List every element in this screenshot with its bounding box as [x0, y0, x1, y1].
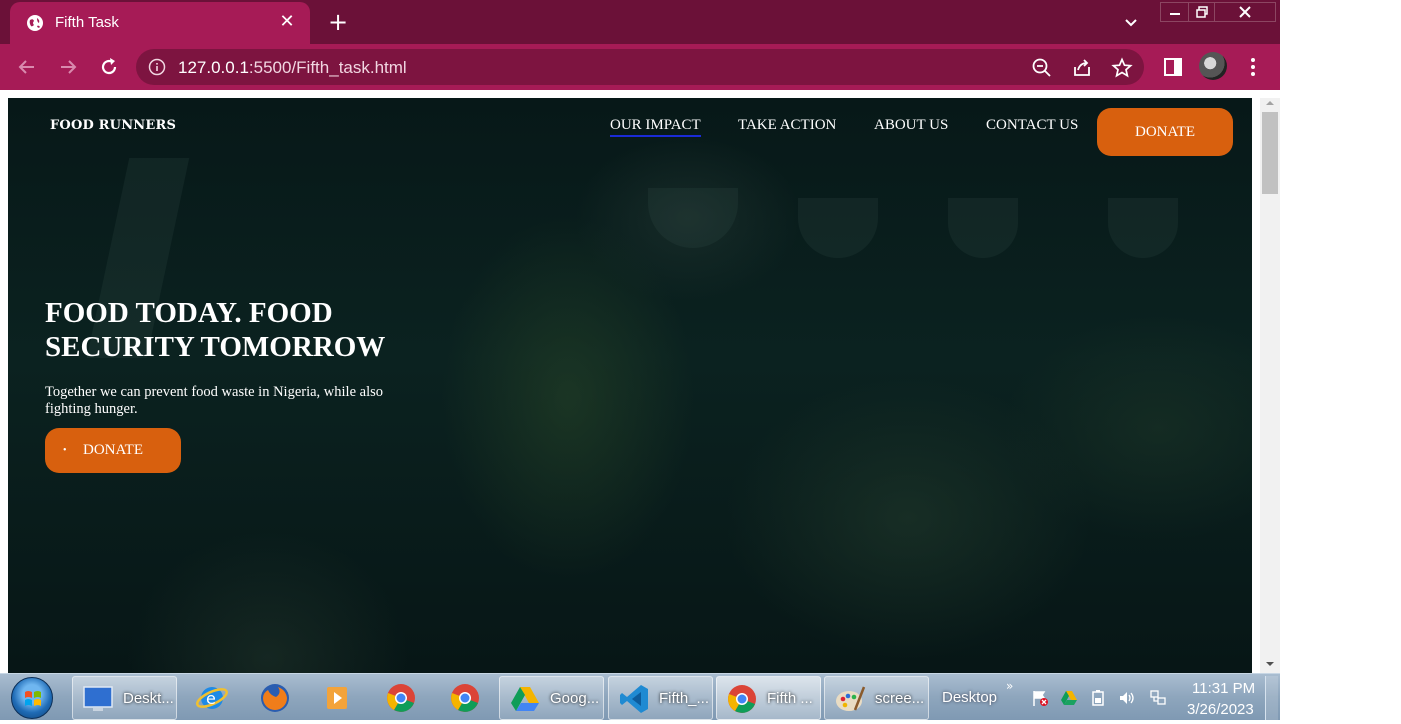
- browser-tab[interactable]: Fifth Task ✕: [10, 2, 310, 44]
- taskbar-label: Fifth_...: [659, 690, 710, 707]
- taskbar-firefox[interactable]: [250, 676, 300, 720]
- url-text: 127.0.0.1:5500/Fifth_task.html: [178, 58, 407, 78]
- url-host: 127.0.0.1: [178, 58, 249, 77]
- taskbar-chrome-fifth-task[interactable]: Fifth ...: [716, 676, 821, 720]
- google-drive-icon: [511, 687, 539, 711]
- taskbar-vscode[interactable]: Fifth_...: [608, 676, 713, 720]
- window-close-icon[interactable]: [1215, 3, 1275, 21]
- new-tab-button[interactable]: +: [325, 8, 351, 36]
- hero-subtitle: Together we can prevent food waste in Ni…: [45, 384, 384, 417]
- site-logo[interactable]: FOOD RUNNERS: [50, 118, 176, 133]
- nav-take-action[interactable]: TAKE ACTION: [738, 117, 836, 134]
- window-controls: [1160, 2, 1276, 22]
- side-panel-icon[interactable]: [1162, 56, 1184, 78]
- scroll-up-icon[interactable]: [1264, 98, 1276, 108]
- toolbar-chevron-icon[interactable]: »: [1006, 679, 1013, 693]
- chevron-down-icon[interactable]: [1120, 11, 1142, 33]
- firefox-icon: [261, 684, 289, 712]
- forward-arrow-icon[interactable]: [55, 54, 81, 80]
- background-flag: [1108, 198, 1178, 258]
- page-viewport: FOOD RUNNERS OUR IMPACT TAKE ACTION ABOU…: [8, 98, 1252, 673]
- clock-date[interactable]: 3/26/2023: [1187, 701, 1254, 718]
- bullet-icon: •: [63, 445, 67, 456]
- scroll-thumb[interactable]: [1262, 112, 1278, 194]
- desktop-toolbar-label[interactable]: Desktop: [942, 689, 997, 706]
- svg-text:e: e: [206, 689, 216, 708]
- share-icon[interactable]: [1071, 57, 1093, 79]
- donate-hero-button[interactable]: • DONATE: [45, 428, 181, 473]
- address-bar[interactable]: 127.0.0.1:5500/Fifth_task.html: [136, 49, 1144, 85]
- media-player-icon: [327, 687, 347, 709]
- close-tab-icon[interactable]: ✕: [276, 11, 298, 33]
- menu-kebab-icon[interactable]: [1242, 56, 1264, 78]
- back-arrow-icon[interactable]: [14, 54, 40, 80]
- clock-time[interactable]: 11:31 PM: [1192, 680, 1255, 697]
- chrome-icon: [387, 684, 415, 712]
- paint-palette-icon: [836, 686, 866, 711]
- battery-icon[interactable]: [1089, 689, 1107, 707]
- volume-icon[interactable]: [1118, 689, 1136, 707]
- google-drive-tray-icon[interactable]: [1060, 689, 1078, 707]
- donate-nav-button[interactable]: DONATE: [1097, 108, 1233, 156]
- action-center-flag-icon[interactable]: [1031, 689, 1049, 707]
- vscode-icon: [620, 685, 648, 713]
- tab-strip: Fifth Task ✕ +: [0, 0, 1280, 44]
- internet-explorer-icon: e: [196, 687, 228, 709]
- nav-contact-us[interactable]: CONTACT US: [986, 117, 1078, 134]
- donate-hero-label: DONATE: [83, 442, 143, 458]
- taskbar-google-drive[interactable]: Goog...: [499, 676, 604, 720]
- url-path: :5500/Fifth_task.html: [248, 58, 407, 77]
- taskbar-paint[interactable]: scree...: [824, 676, 929, 720]
- chrome-icon: [451, 684, 479, 712]
- tab-title: Fifth Task: [55, 14, 119, 31]
- background-flag: [648, 188, 738, 248]
- taskbar-internet-explorer[interactable]: e: [187, 676, 237, 720]
- profile-avatar[interactable]: [1199, 52, 1227, 80]
- windows-logo-icon: [25, 691, 41, 706]
- nav-about-us[interactable]: ABOUT US: [874, 117, 948, 134]
- chrome-icon: [728, 685, 756, 713]
- minimize-icon[interactable]: [1161, 3, 1189, 21]
- taskbar-chrome-2[interactable]: [440, 676, 492, 720]
- browser-toolbar: 127.0.0.1:5500/Fifth_task.html: [0, 44, 1280, 90]
- site-info-icon[interactable]: [148, 58, 166, 76]
- zoom-out-icon[interactable]: [1031, 57, 1053, 79]
- scroll-down-icon[interactable]: [1264, 659, 1276, 669]
- network-icon[interactable]: [1149, 689, 1167, 707]
- page-scrollbar[interactable]: [1260, 98, 1280, 673]
- show-desktop-button[interactable]: [1265, 676, 1278, 720]
- background-flag: [948, 198, 1018, 258]
- taskbar-desktop[interactable]: Deskt...: [72, 676, 177, 720]
- nav-our-impact[interactable]: OUR IMPACT: [610, 117, 701, 137]
- background-flag: [798, 198, 878, 258]
- taskbar-label: Goog...: [550, 690, 600, 707]
- windows-taskbar: Deskt... e Goog... Fifth_... Fifth ... s…: [0, 673, 1280, 720]
- desktop-monitor-icon: [83, 686, 113, 711]
- hero-title: FOOD TODAY. FOOD SECURITY TOMORROW: [45, 297, 386, 363]
- taskbar-label: scree...: [875, 690, 925, 707]
- taskbar-chrome-1[interactable]: [376, 676, 428, 720]
- browser-chrome: Fifth Task ✕ + 127.0.0.1:5500/Fifth_task…: [0, 0, 1280, 90]
- reload-icon[interactable]: [96, 54, 122, 80]
- bookmark-star-icon[interactable]: [1111, 57, 1133, 79]
- taskbar-label: Fifth ...: [767, 690, 813, 707]
- start-button[interactable]: [11, 677, 53, 719]
- taskbar-label: Deskt...: [123, 690, 174, 707]
- globe-icon: [27, 15, 43, 31]
- restore-icon[interactable]: [1189, 3, 1215, 21]
- taskbar-media-player[interactable]: [312, 676, 362, 720]
